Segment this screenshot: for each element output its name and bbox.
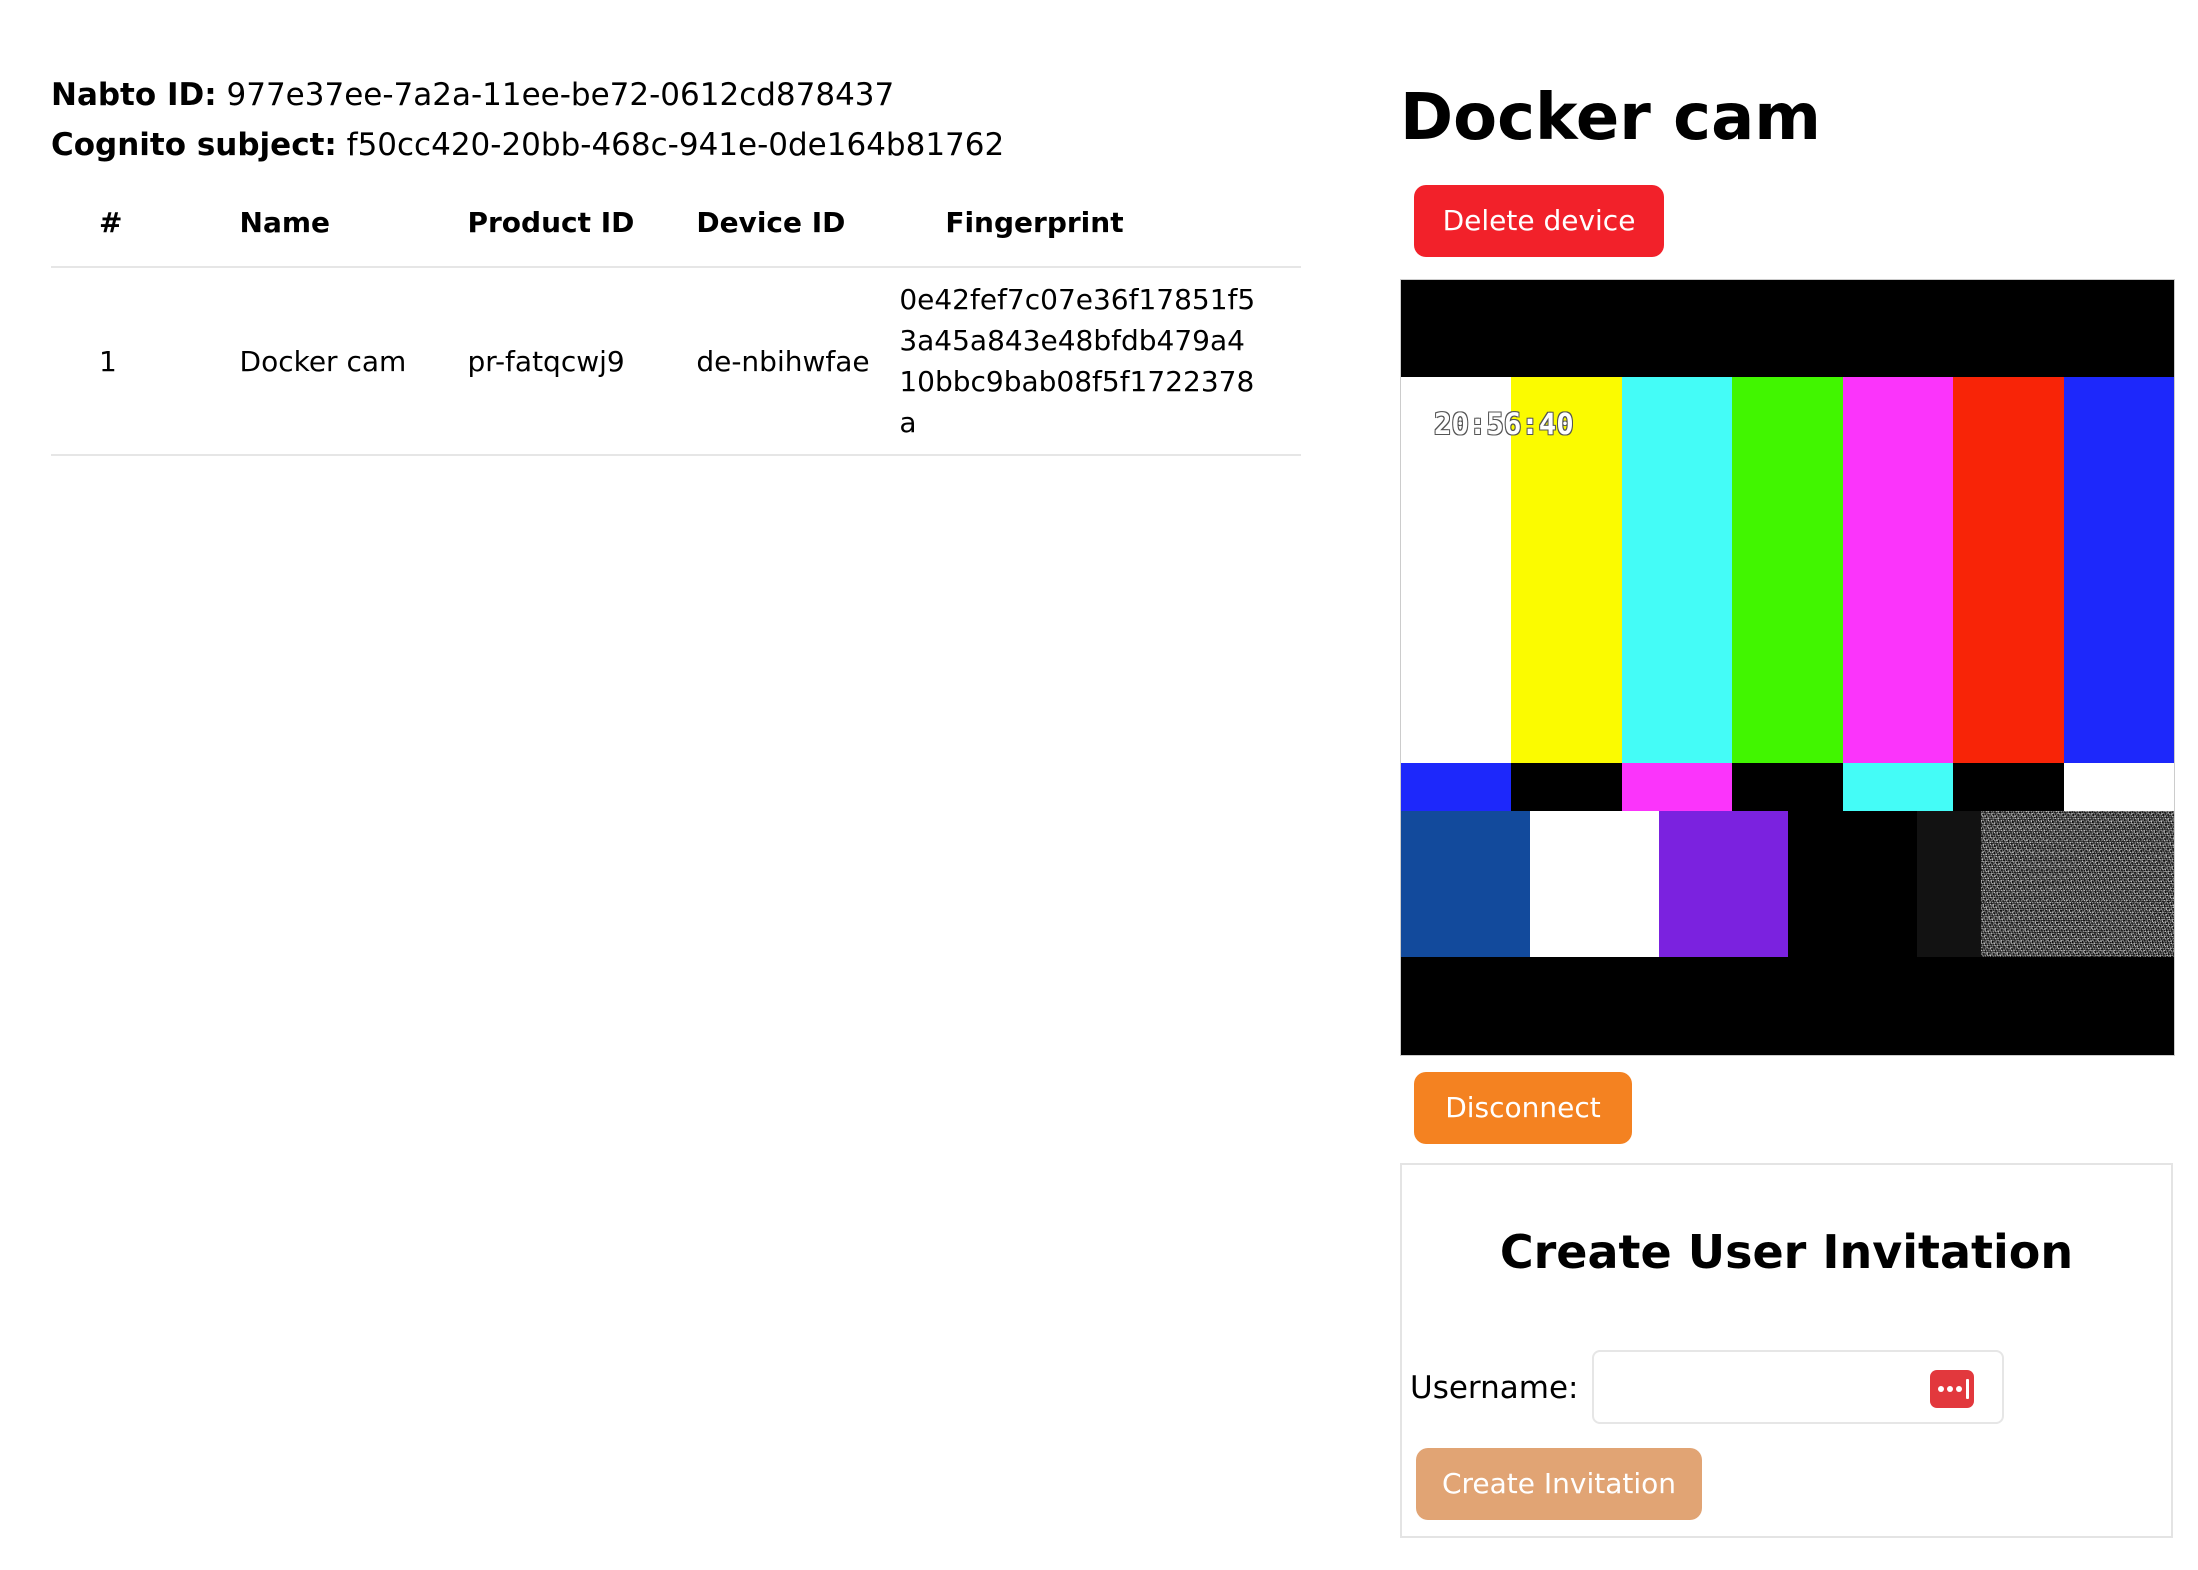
delete-device-button[interactable]: Delete device <box>1414 185 1664 257</box>
device-title: Docker cam <box>1400 81 1821 155</box>
invitation-title: Create User Invitation <box>1499 1225 2074 1279</box>
row-name: Docker cam <box>239 344 407 378</box>
table-row[interactable]: 1 Docker cam pr-fatqcwj9 de-nbihwfae 0e4… <box>51 267 1301 455</box>
disconnect-button[interactable]: Disconnect <box>1414 1072 1632 1144</box>
devices-table: # Name Product ID Device ID Fingerprint … <box>51 178 1301 456</box>
row-product-id: pr-fatqcwj9 <box>467 344 625 378</box>
create-invitation-form: Create User Invitation Username: Create … <box>1400 1163 2173 1538</box>
create-invitation-button[interactable]: Create Invitation <box>1416 1448 1702 1520</box>
row-fingerprint: 0e42fef7c07e36f17851f53a45a843e48bfdb479… <box>899 283 1256 439</box>
header-fingerprint: Fingerprint <box>945 205 1124 239</box>
test-pattern-middle-bars <box>1401 763 2174 811</box>
header-index: # <box>99 205 123 239</box>
cognito-subject-line: Cognito subject: f50cc420-20bb-468c-941e… <box>51 120 1301 170</box>
nabto-id-line: Nabto ID: 977e37ee-7a2a-11ee-be72-0612cd… <box>51 70 1301 120</box>
table-header-row: # Name Product ID Device ID Fingerprint <box>51 178 1301 267</box>
noise-block <box>1981 811 2174 957</box>
video-stream[interactable]: 20:56:40 <box>1400 279 2175 1056</box>
cognito-subject-label: Cognito subject: <box>51 127 337 163</box>
nabto-id-label: Nabto ID: <box>51 77 217 113</box>
row-index: 1 <box>99 344 117 378</box>
header-device-id: Device ID <box>696 205 846 239</box>
row-device-id: de-nbihwfae <box>696 344 870 378</box>
cognito-subject-value: f50cc420-20bb-468c-941e-0de164b81762 <box>346 127 1005 163</box>
user-devices-panel: Nabto ID: 977e37ee-7a2a-11ee-be72-0612cd… <box>51 70 1301 456</box>
username-label: Username: <box>1410 1370 1579 1406</box>
nabto-id-value: 977e37ee-7a2a-11ee-be72-0612cd878437 <box>226 77 895 113</box>
test-pattern-bottom-blocks <box>1401 811 2174 957</box>
row-fingerprint-cell: 0e42fef7c07e36f17851f53a45a843e48bfdb479… <box>899 267 1301 455</box>
header-product-id: Product ID <box>467 205 635 239</box>
password-manager-icon[interactable] <box>1930 1370 1974 1408</box>
stream-timestamp: 20:56:40 <box>1434 407 1574 441</box>
device-panel: Docker cam Delete device 20:56:40 Discon… <box>1400 70 2175 1538</box>
header-name: Name <box>239 205 331 239</box>
